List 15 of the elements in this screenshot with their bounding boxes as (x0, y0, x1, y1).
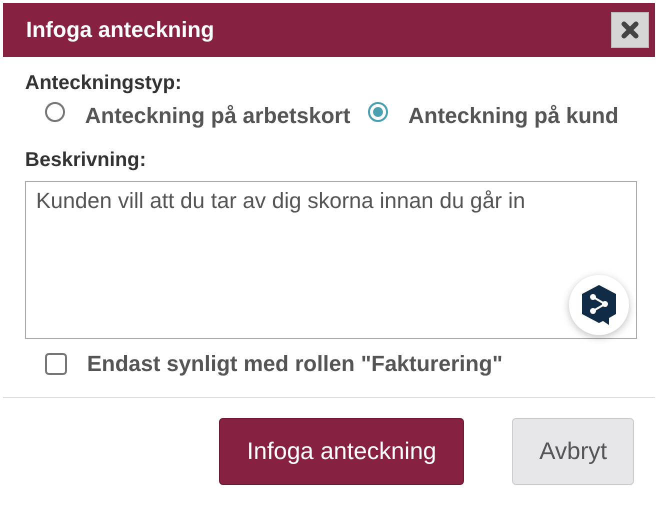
close-icon (620, 20, 640, 40)
radio-label[interactable]: Anteckning på arbetskort (85, 103, 350, 129)
description-field[interactable]: Kunden vill att du tar av dig skorna innan du går in (25, 181, 637, 339)
field-label: Anteckningstyp: (25, 72, 182, 95)
radio-label[interactable]: Anteckning på kund (408, 103, 619, 129)
radio-button[interactable] (368, 102, 388, 122)
checkbox-label[interactable]: Endast synligt med rollen "Fakturering" (87, 351, 503, 377)
close-button[interactable] (611, 12, 649, 48)
dialog-title: Infoga anteckning (26, 17, 214, 43)
share-hexagon-icon (579, 283, 619, 327)
cancel-button[interactable]: Avbryt (512, 418, 634, 485)
radio-button[interactable] (45, 102, 65, 122)
checkbox[interactable] (45, 353, 67, 375)
insert-button[interactable]: Infoga anteckning (218, 418, 464, 485)
field-label: Beskrivning: (25, 149, 146, 172)
